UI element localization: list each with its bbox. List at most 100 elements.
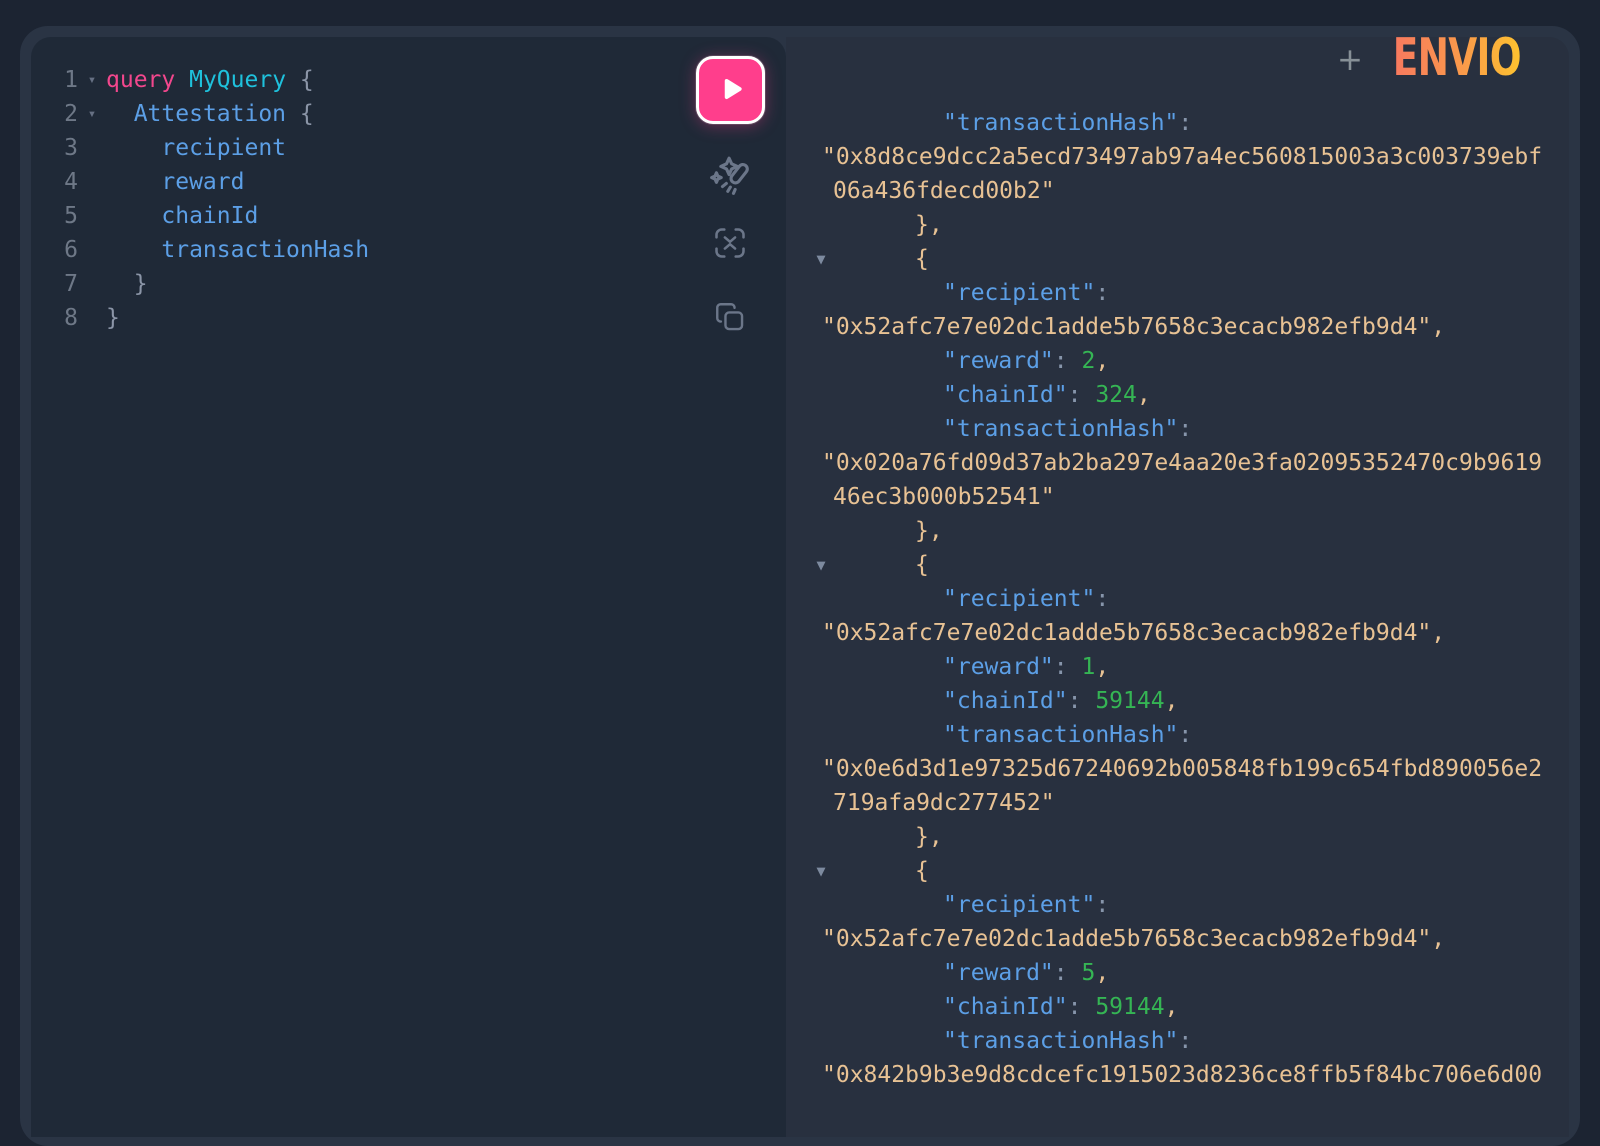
code-line: 6 transactionHash (31, 233, 786, 267)
code-token: : (1095, 586, 1109, 612)
code-token: "0x8d8ce9dcc2a5ecd73497ab97a4ec560815003… (822, 144, 1542, 170)
execute-query-button[interactable] (696, 56, 765, 124)
fold-gutter (78, 199, 106, 233)
fold-arrow-icon[interactable]: ▾ (78, 97, 106, 131)
line-number: 5 (31, 199, 78, 233)
code-token: "reward" (943, 960, 1054, 986)
code-token: reward (161, 169, 244, 195)
code-token: } (106, 305, 120, 331)
result-row: "chainId": 59144, (786, 684, 1569, 718)
code-token: "chainId" (943, 994, 1068, 1020)
code-token (175, 67, 189, 93)
result-row: "0x52afc7e7e02dc1adde5b7658c3ecacb982efb… (786, 310, 1569, 344)
result-row: }, (786, 208, 1569, 242)
collapse-arrow-icon[interactable]: ▼ (808, 854, 834, 888)
copy-icon (713, 300, 747, 337)
code-token: Attestation (134, 101, 286, 127)
add-tab-button[interactable]: + (1330, 40, 1370, 80)
result-row: "recipient": (786, 582, 1569, 616)
code-token: 06a436fdecd00b2" (833, 178, 1055, 204)
code-token: "chainId" (943, 382, 1068, 408)
code-token: : (1068, 382, 1096, 408)
code-token: "transactionHash" (943, 722, 1178, 748)
code-text: Attestation { (106, 97, 314, 131)
result-row: "0x8d8ce9dcc2a5ecd73497ab97a4ec560815003… (786, 140, 1569, 174)
code-token: , (1095, 348, 1109, 374)
code-token: 324 (1095, 382, 1137, 408)
code-token (106, 101, 134, 127)
result-row: }, (786, 820, 1569, 854)
copy-query-button[interactable] (708, 296, 752, 340)
code-token: "reward" (943, 348, 1054, 374)
code-token: , (1095, 654, 1109, 680)
result-row: "recipient": (786, 888, 1569, 922)
code-token: "transactionHash" (943, 110, 1178, 136)
code-token: } (106, 271, 148, 297)
code-token: : (1178, 1028, 1192, 1054)
code-line: 3 recipient (31, 131, 786, 165)
code-token: 719afa9dc277452" (833, 790, 1055, 816)
result-row: 46ec3b000b52541" (786, 480, 1569, 514)
code-token: "recipient" (943, 586, 1095, 612)
code-token: }, (915, 212, 943, 238)
code-token: }, (915, 824, 943, 850)
line-number: 3 (31, 131, 78, 165)
code-token: query (106, 67, 175, 93)
code-token: { (300, 67, 314, 93)
merge-fragments-button[interactable] (708, 222, 752, 266)
result-row: "transactionHash": (786, 718, 1569, 752)
code-token: 46ec3b000b52541" (833, 484, 1055, 510)
code-text: reward (106, 165, 244, 199)
code-token: : (1178, 416, 1192, 442)
code-token: "recipient" (943, 892, 1095, 918)
line-number: 7 (31, 267, 78, 301)
code-token: chainId (161, 203, 258, 229)
code-token: }, (915, 518, 943, 544)
result-row: "reward": 5, (786, 956, 1569, 990)
code-text: chainId (106, 199, 258, 233)
code-token: { (300, 101, 314, 127)
code-token: : (1054, 654, 1082, 680)
code-token: "chainId" (943, 688, 1068, 714)
results-pane: "transactionHash": "0x8d8ce9dcc2a5ecd7349… (786, 37, 1569, 1137)
code-token: : (1054, 348, 1082, 374)
fold-gutter (78, 131, 106, 165)
result-row: "0x0e6d3d1e97325d67240692b005848fb199c65… (786, 752, 1569, 786)
code-token: "0x0e6d3d1e97325d67240692b005848fb199c65… (822, 756, 1542, 782)
code-token: "transactionHash" (943, 1028, 1178, 1054)
result-row: "0x52afc7e7e02dc1adde5b7658c3ecacb982efb… (786, 616, 1569, 650)
result-row: "0x020a76fd09d37ab2ba297e4aa20e3fa020953… (786, 446, 1569, 480)
code-token: 5 (1081, 960, 1095, 986)
line-number: 1 (31, 63, 78, 97)
code-token: transactionHash (161, 237, 369, 263)
code-token: recipient (161, 135, 286, 161)
fold-arrow-icon[interactable]: ▾ (78, 63, 106, 97)
query-editor[interactable]: 1▾query MyQuery {2▾ Attestation {3 recip… (31, 37, 786, 1137)
result-row: "transactionHash": (786, 1024, 1569, 1058)
prettify-button[interactable] (708, 154, 752, 198)
code-token (106, 203, 161, 229)
code-line: 5 chainId (31, 199, 786, 233)
code-text: query MyQuery { (106, 63, 314, 97)
code-line: 7 } (31, 267, 786, 301)
merge-icon (712, 225, 748, 264)
result-row: "chainId": 324, (786, 378, 1569, 412)
collapse-arrow-icon[interactable]: ▼ (808, 548, 834, 582)
collapse-arrow-icon[interactable]: ▼ (808, 242, 834, 276)
code-line: 4 reward (31, 165, 786, 199)
result-row: ▼{ (786, 548, 1569, 582)
fold-gutter (78, 165, 106, 199)
result-row: "recipient": (786, 276, 1569, 310)
result-row: "chainId": 59144, (786, 990, 1569, 1024)
code-text: } (106, 301, 120, 335)
code-token: 1 (1081, 654, 1095, 680)
code-token: : (1068, 688, 1096, 714)
code-token: "0x52afc7e7e02dc1adde5b7658c3ecacb982efb… (822, 620, 1445, 646)
playground-panel: 1▾query MyQuery {2▾ Attestation {3 recip… (20, 26, 1580, 1146)
code-token: "recipient" (943, 280, 1095, 306)
play-icon (716, 74, 746, 107)
code-token (286, 101, 300, 127)
envio-logo: ENVIO (1393, 32, 1521, 84)
line-number: 4 (31, 165, 78, 199)
result-row: "reward": 2, (786, 344, 1569, 378)
